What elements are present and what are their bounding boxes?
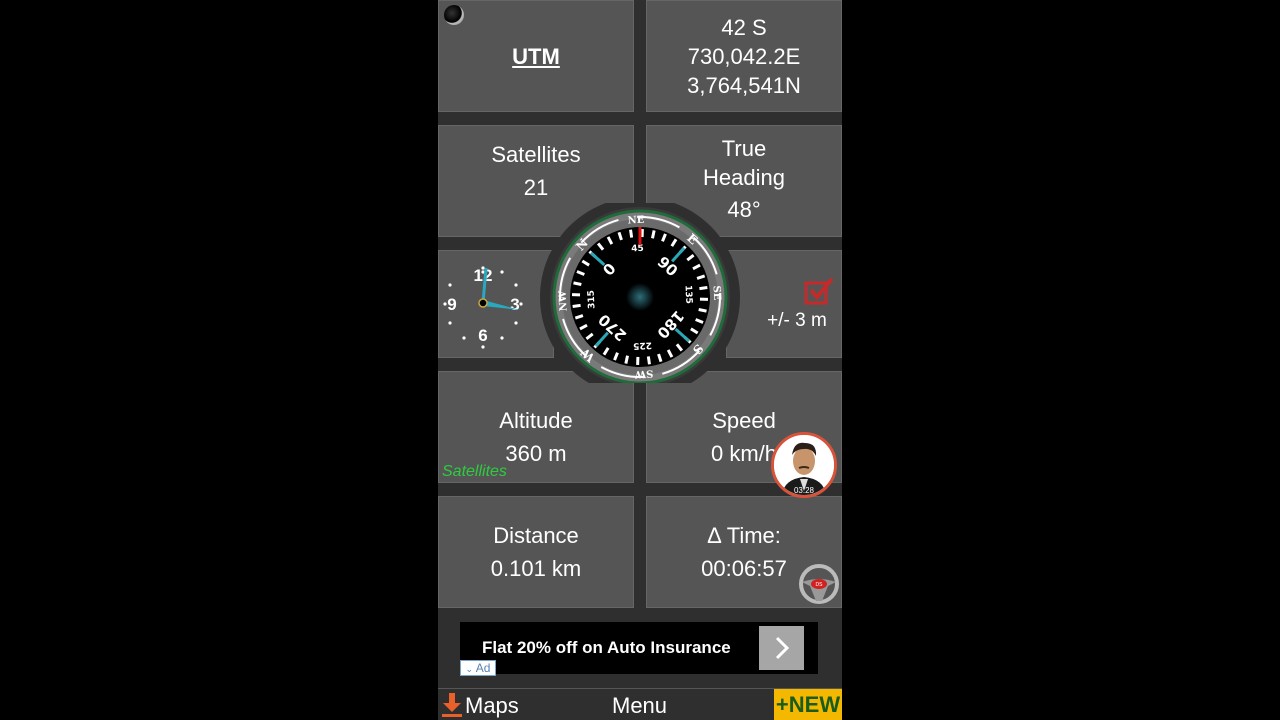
new-button[interactable]: +NEW xyxy=(774,689,842,720)
download-icon[interactable] xyxy=(441,692,463,718)
compass-degree-225: 225 xyxy=(633,339,652,350)
coordinates-tile[interactable]: 42 S 730,042.2E 3,764,541N xyxy=(646,0,842,112)
ad-badge-label: Ad xyxy=(475,661,491,675)
compass-tick xyxy=(624,355,629,364)
compass-hub xyxy=(626,283,654,311)
compass-tick xyxy=(629,229,634,238)
time-value: 00:06:57 xyxy=(701,556,787,581)
status-dot-icon xyxy=(444,5,464,25)
satellites-value: 21 xyxy=(523,175,549,200)
utm-zone: 42 S xyxy=(721,14,767,40)
utm-easting: 730,042.2E xyxy=(687,43,801,69)
clock-6: 6 xyxy=(478,326,487,345)
compass-tick xyxy=(698,308,707,313)
clock-icon: 12 3 6 9 xyxy=(443,266,523,349)
time-label: Δ Time: xyxy=(707,523,781,548)
steering-badge: DS xyxy=(816,582,824,588)
ad-badge[interactable]: ⌄ Ad xyxy=(460,660,496,676)
satellites-label: Satellites xyxy=(491,142,581,167)
compass-cardinal-ne: NE xyxy=(627,215,645,227)
steering-wheel-icon[interactable]: DS xyxy=(798,564,840,604)
altitude-source-label: Satellites xyxy=(442,463,507,480)
compass-degree-315: 315 xyxy=(587,290,598,309)
chevron-down-icon: ⌄ xyxy=(465,664,474,674)
clock-12: 12 xyxy=(474,266,493,285)
altitude-label: Altitude xyxy=(499,408,573,433)
distance-tile[interactable]: Distance 0.101 km xyxy=(438,496,634,608)
avatar-timestamp: 03:28 xyxy=(794,486,815,495)
speed-value: 0 km/h xyxy=(710,441,778,466)
compass-tick xyxy=(573,281,582,286)
avatar[interactable]: 03:28 xyxy=(771,432,837,498)
compass-tick xyxy=(699,286,708,291)
clock-3: 3 xyxy=(510,295,519,314)
distance-label: Distance xyxy=(493,523,579,548)
compass-degree-135: 135 xyxy=(682,285,693,304)
heading-label-2: Heading xyxy=(703,165,785,190)
compass-tick xyxy=(651,230,656,239)
compass-cardinal-nw: NW xyxy=(558,290,570,312)
compass-cardinal-sw: SW xyxy=(634,367,654,379)
compass[interactable]: N NE E SE S SW W NW 0 45 90 135 180 225 270 315 xyxy=(538,203,742,383)
altitude-value: 360 m xyxy=(505,441,567,466)
heading-label-1: True xyxy=(721,136,767,161)
menu-button[interactable]: Menu xyxy=(612,689,667,720)
ad-text[interactable]: Flat 20% off on Auto Insurance xyxy=(482,622,731,674)
checkbox-checked-icon[interactable] xyxy=(803,276,835,306)
maps-button[interactable]: Maps xyxy=(465,689,519,720)
utm-tile[interactable]: UTM xyxy=(438,0,634,112)
compass-tick xyxy=(572,303,581,308)
phone-screen: UTM 42 S 730,042.2E 3,764,541N Satellite… xyxy=(438,0,842,720)
compass-degree-45: 45 xyxy=(631,244,644,255)
speed-label: Speed xyxy=(712,408,776,433)
distance-value: 0.101 km xyxy=(490,556,582,581)
ad-banner[interactable]: Flat 20% off on Auto Insurance xyxy=(460,622,818,674)
ad-arrow-button[interactable] xyxy=(759,626,804,670)
compass-tick xyxy=(646,356,651,365)
chevron-right-icon xyxy=(775,636,789,660)
utm-label[interactable]: UTM xyxy=(512,42,560,71)
accuracy-value: +/- 3 m xyxy=(767,309,827,331)
clock-9: 9 xyxy=(447,295,456,314)
compass-cardinal-se: SE xyxy=(711,285,723,301)
utm-northing: 3,764,541N xyxy=(687,72,801,98)
